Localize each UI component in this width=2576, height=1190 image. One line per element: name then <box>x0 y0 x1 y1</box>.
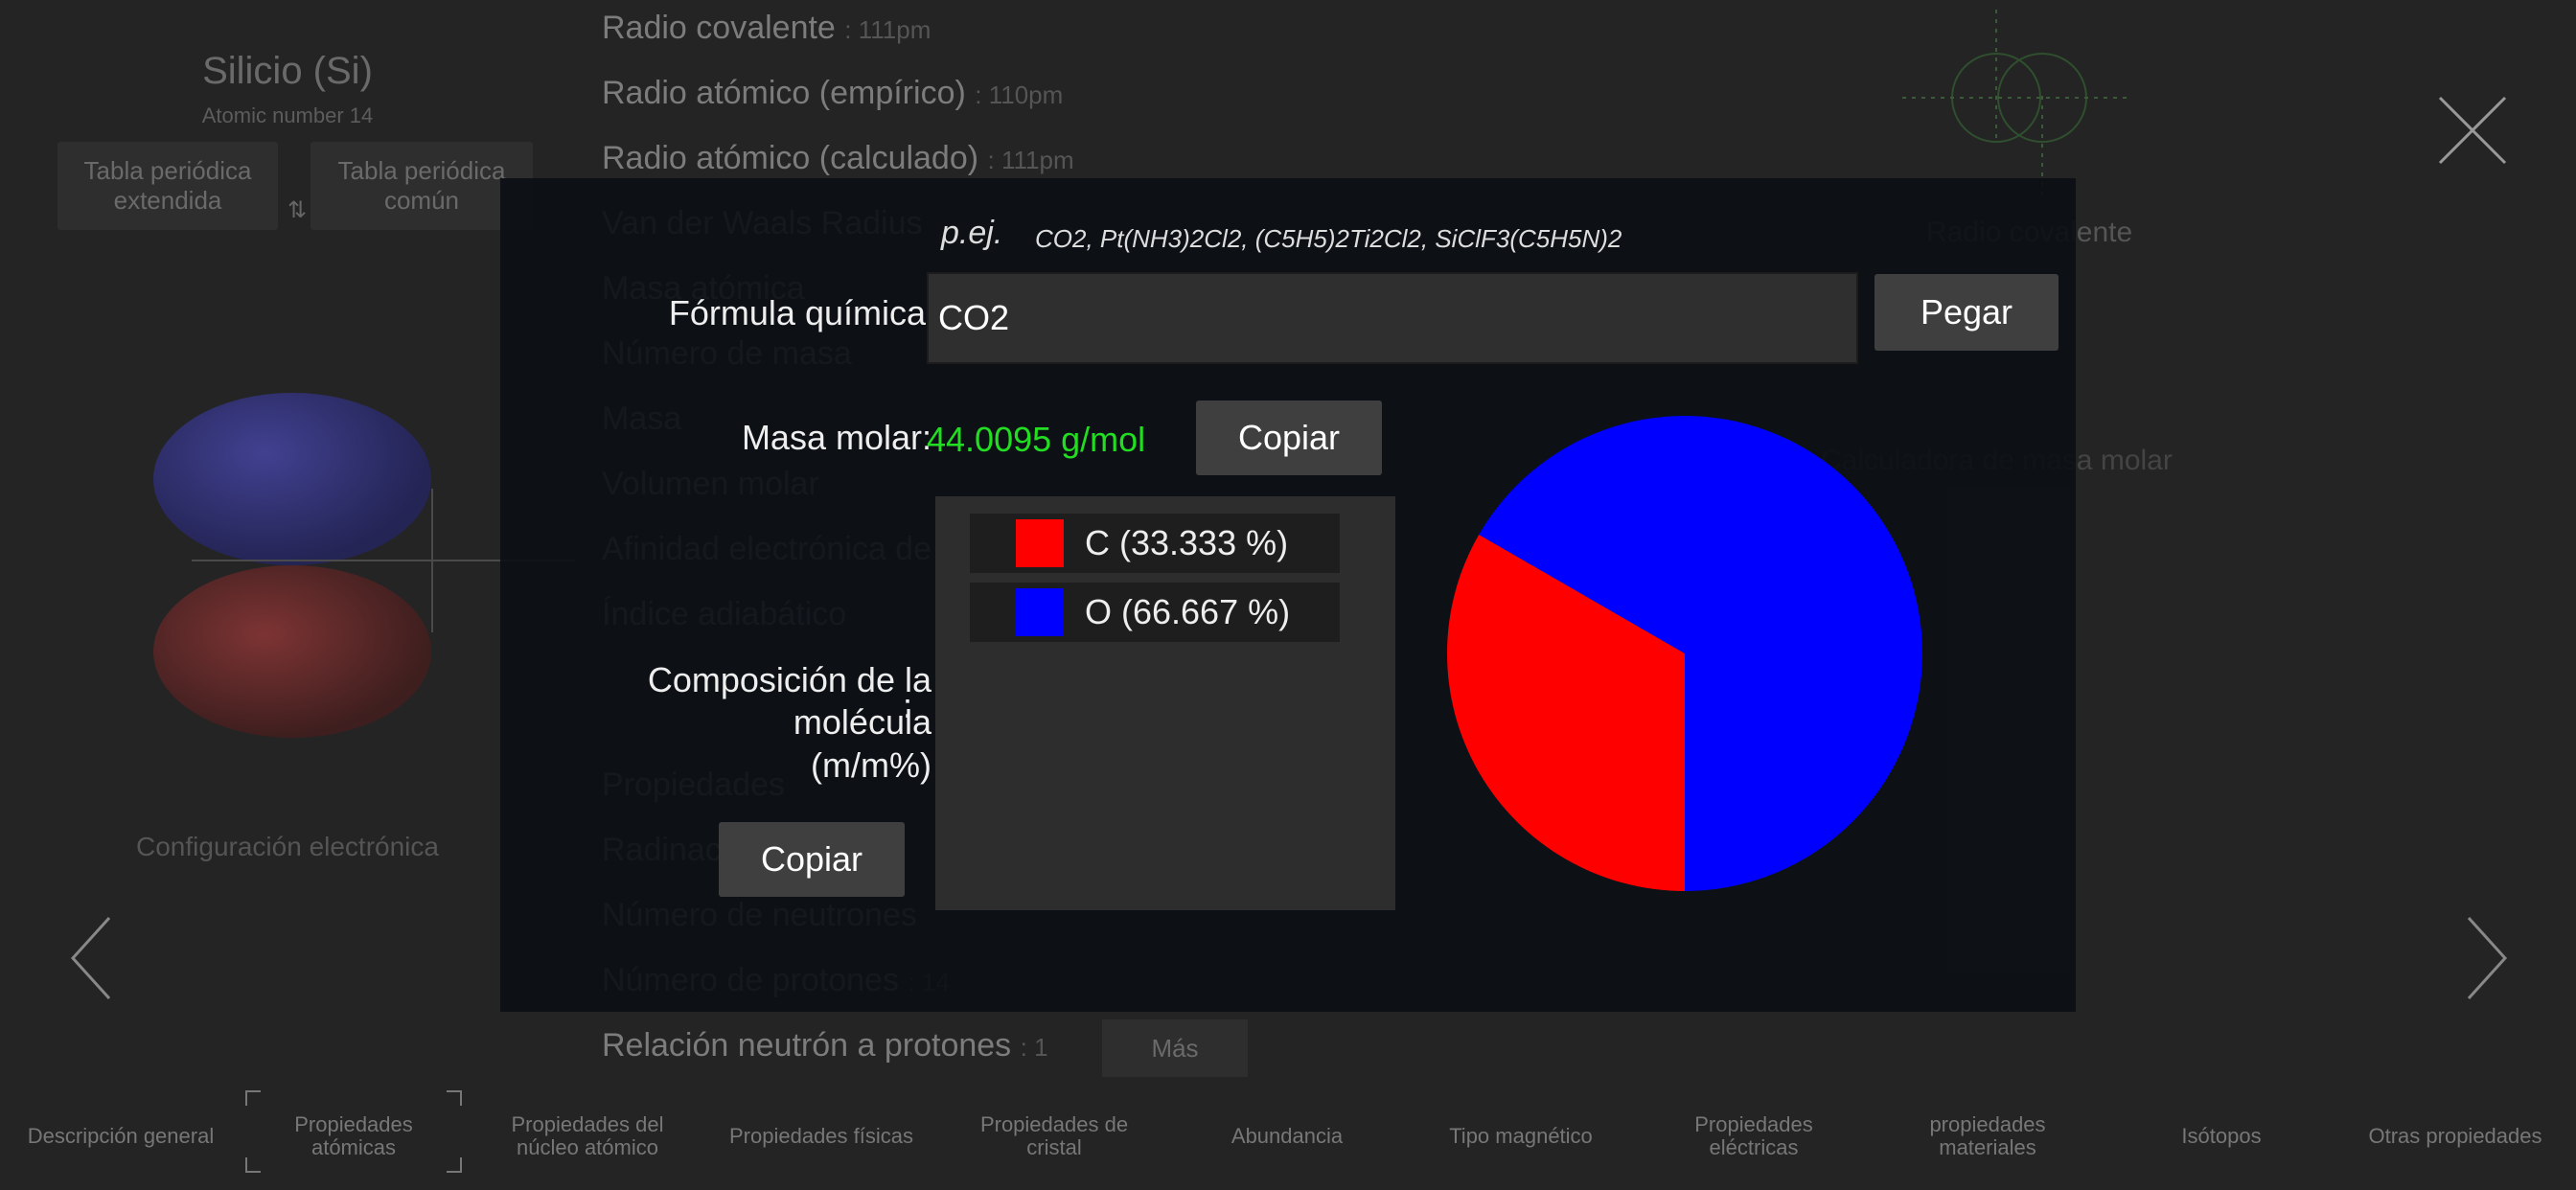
selection-bracket <box>447 1157 462 1173</box>
paste-button[interactable]: Pegar <box>1874 274 2058 351</box>
tab-label: Otras propiedades <box>2368 1123 2542 1148</box>
swap-icon: ⇅ <box>288 197 308 223</box>
tab-label: Propiedades atómicas <box>294 1111 413 1159</box>
property-value: : 1 <box>1020 1033 1048 1062</box>
tab-label: Propiedades del núcleo atómico <box>511 1111 664 1159</box>
tab-label: Isótopos <box>2181 1123 2262 1148</box>
composition-colon: : <box>903 686 913 725</box>
molar-mass-dialog: p.ej. CO2, Pt(NH3)2Cl2, (C5H5)2Ti2Cl2, S… <box>500 178 2076 1012</box>
tab-label: Abundancia <box>1230 1123 1344 1148</box>
element-title: Silicio (Si) <box>202 50 373 92</box>
orbital-3d-view[interactable] <box>144 240 441 738</box>
tab-10[interactable]: Otras propiedades <box>2347 1083 2564 1190</box>
electron-config-label: Configuración electrónica <box>136 832 439 861</box>
orbital-lobe-top <box>153 393 431 565</box>
selection-bracket <box>245 1090 261 1106</box>
legend-swatch <box>1016 588 1064 636</box>
tab-2[interactable]: Propiedades del núcleo atómico <box>479 1083 696 1190</box>
molar-mass-label: Masa molar: <box>741 418 932 457</box>
atomic-number: Atomic number 14 <box>201 103 374 127</box>
legend-text: O (66.667 %) <box>1085 592 1291 631</box>
copy-composition-button[interactable]: Copiar <box>719 822 905 897</box>
tab-3[interactable]: Propiedades físicas <box>713 1083 930 1190</box>
tab-label: Propiedades eléctricas <box>1694 1111 1813 1159</box>
tab-7[interactable]: Propiedades eléctricas <box>1645 1083 1862 1190</box>
legend-item-carbon: C (33.333 %) <box>970 514 1340 573</box>
property-label: Radio atómico (calculado) <box>602 140 979 176</box>
property-value: : 110pm <box>975 80 1064 109</box>
tab-label: Propiedades físicas <box>729 1123 913 1148</box>
legend-item-oxygen: O (66.667 %) <box>970 583 1340 642</box>
property-row: Radio atómico (calculado) : 111pm <box>602 140 1074 177</box>
property-label: Radio atómico (empírico) <box>602 75 966 111</box>
tab-9[interactable]: Isótopos <box>2113 1083 2330 1190</box>
legend-swatch <box>1016 519 1064 567</box>
tab-label: Tipo magnético <box>1449 1123 1593 1148</box>
tab-label: Propiedades de cristal <box>979 1111 1129 1159</box>
property-label: Relación neutrón a protones <box>602 1027 1012 1064</box>
property-row: Radio atómico (empírico) : 110pm <box>602 75 1063 112</box>
tab-label: Descripción general <box>27 1123 215 1148</box>
more-button[interactable]: Más <box>1102 1019 1248 1077</box>
covalent-radius-diagram-icon <box>1902 10 2132 201</box>
close-icon[interactable] <box>2434 92 2511 169</box>
selection-bracket <box>447 1090 462 1106</box>
molar-mass-value: 44.0095 g/mol <box>927 420 1146 459</box>
example-formulas: CO2, Pt(NH3)2Cl2, (C5H5)2Ti2Cl2, SiClF3(… <box>1035 224 1622 253</box>
bottom-tab-bar: Descripción general Propiedades atómicas P… <box>0 1083 2576 1190</box>
periodic-table-common-label: Tabla periódica común <box>337 155 506 215</box>
tab-6[interactable]: Tipo magnético <box>1413 1083 1629 1190</box>
tab-1[interactable]: Propiedades atómicas <box>245 1083 462 1190</box>
property-value: : 111pm <box>987 146 1074 174</box>
composition-pie-chart <box>1447 416 1922 891</box>
legend-text: C (33.333 %) <box>1085 523 1289 562</box>
copy-molar-mass-button[interactable]: Copiar <box>1196 400 1382 475</box>
composition-label: Composición de la molécula (m/m%) <box>647 660 932 785</box>
periodic-table-extended-label: Tabla periódica extendida <box>83 155 252 215</box>
chevron-left-icon[interactable] <box>67 910 125 1006</box>
tab-label: propiedades materiales <box>1929 1111 2046 1159</box>
tab-4[interactable]: Propiedades de cristal <box>946 1083 1162 1190</box>
formula-value: CO2 <box>938 298 1010 337</box>
formula-label: Fórmula química: <box>668 293 935 332</box>
chevron-right-icon[interactable] <box>2453 910 2511 1006</box>
example-prefix: p.ej. <box>941 215 1003 251</box>
property-label: Radio covalente <box>602 10 836 46</box>
tab-8[interactable]: propiedades materiales <box>1879 1083 2096 1190</box>
periodic-table-extended-button[interactable]: Tabla periódica extendida <box>58 142 278 230</box>
selection-bracket <box>245 1157 261 1173</box>
formula-input[interactable]: CO2 <box>927 272 1858 364</box>
property-row: Relación neutrón a protones : 1 <box>602 1027 1048 1064</box>
property-value: : 111pm <box>844 15 932 44</box>
property-row: Radio covalente : 111pm <box>602 10 931 47</box>
tab-0[interactable]: Descripción general <box>12 1083 229 1190</box>
composition-legend: C (33.333 %) O (66.667 %) <box>935 496 1395 910</box>
tab-5[interactable]: Abundancia <box>1179 1083 1395 1190</box>
orbital-lobe-bottom <box>153 565 431 738</box>
